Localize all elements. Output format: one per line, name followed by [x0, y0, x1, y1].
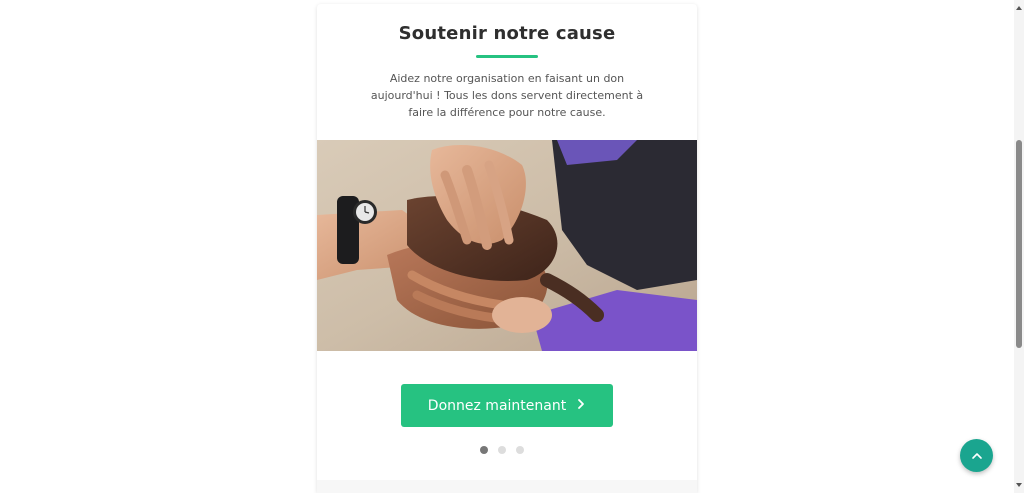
donate-now-button[interactable]: Donnez maintenant	[401, 384, 613, 427]
chevron-right-icon	[576, 398, 586, 413]
card-footer-strip	[317, 480, 697, 493]
people-hands-together-photo	[317, 140, 697, 351]
carousel-dot-3[interactable]	[516, 446, 524, 454]
page: Soutenir notre cause Aidez notre organis…	[0, 0, 1024, 493]
card-description: Aidez notre organisation en faisant un d…	[370, 72, 644, 119]
back-to-top-button[interactable]	[960, 439, 993, 472]
chevron-up-icon	[971, 452, 982, 459]
page-scrollbar[interactable]	[1014, 0, 1024, 493]
scrollbar-thumb[interactable]	[1016, 140, 1022, 348]
scroll-down-arrow-icon[interactable]	[1016, 483, 1022, 487]
hero-image	[317, 140, 697, 351]
title-underline	[476, 55, 538, 58]
card-title: Soutenir notre cause	[398, 23, 616, 44]
scroll-up-arrow-icon[interactable]	[1016, 6, 1022, 10]
carousel-dot-2[interactable]	[498, 446, 506, 454]
donate-button-label: Donnez maintenant	[427, 397, 567, 414]
carousel-indicators	[480, 446, 540, 456]
carousel-dot-1[interactable]	[480, 446, 488, 454]
donation-card: Soutenir notre cause Aidez notre organis…	[317, 4, 697, 493]
